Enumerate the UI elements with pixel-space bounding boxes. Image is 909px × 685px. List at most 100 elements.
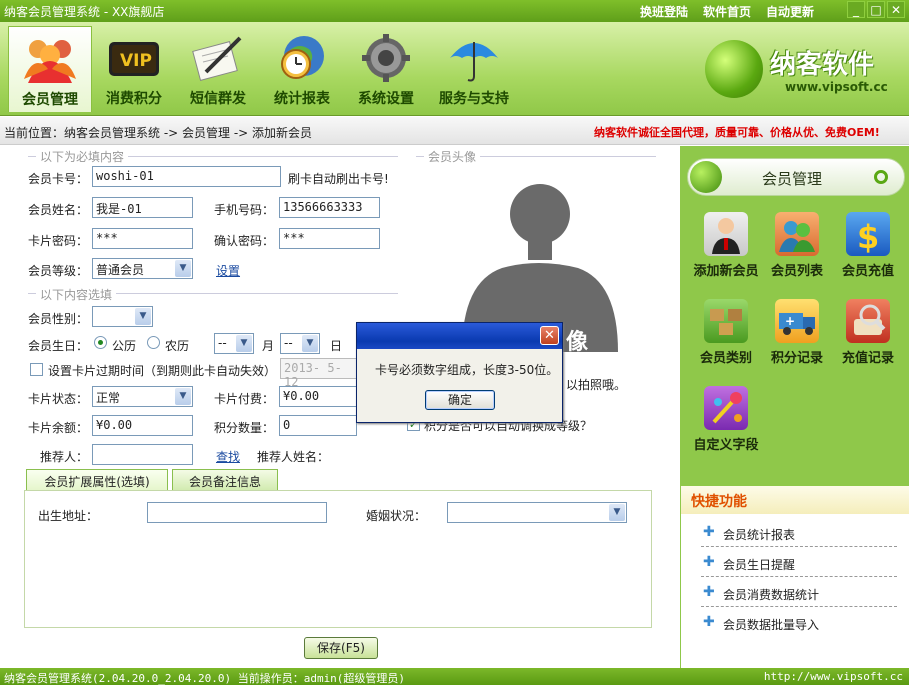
gender-label: 会员性别：	[28, 312, 89, 326]
required-section-title: 以下为必填内容	[36, 148, 129, 165]
points-input[interactable]: 0	[279, 415, 357, 436]
shift-login-link[interactable]: 换班登陆	[640, 3, 688, 20]
dialog-close-button[interactable]: ✕	[540, 326, 559, 345]
sidebar-item-label: 会员列表	[770, 264, 823, 279]
clock-globe-icon	[274, 32, 330, 86]
members-icon	[22, 33, 78, 87]
toolbar-consume-button[interactable]: VIP 消费积分	[92, 26, 176, 112]
brand-logo-icon	[705, 40, 763, 98]
save-button[interactable]: 保存(F5)	[304, 637, 378, 659]
sidebar-item-label: 自定义字段	[693, 438, 759, 453]
points-label: 积分数量：	[214, 421, 275, 435]
sidebar-item-member-category[interactable]: 会员类别	[688, 299, 764, 366]
sidebar-item-member-list[interactable]: 会员列表	[759, 212, 835, 279]
birth-day-value: --	[284, 336, 293, 350]
level-label: 会员等级：	[28, 264, 89, 278]
optional-section-title: 以下内容选填	[36, 286, 117, 303]
password-confirm-input[interactable]: ***	[279, 228, 380, 249]
expiry-date-input[interactable]: 2013- 5-12	[280, 358, 360, 389]
solar-label: 公历	[112, 339, 137, 353]
status-left: 纳客会员管理系统(2.04.20.0_2.04.20.0) 当前操作员：admi…	[4, 672, 406, 685]
quick-item-label: 会员数据批量导入	[723, 618, 820, 632]
green-orb-icon	[690, 161, 722, 193]
password-input[interactable]: ***	[92, 228, 193, 249]
add-member-icon	[704, 212, 748, 256]
toolbar-label-report: 统计报表	[274, 91, 330, 107]
photo-hint: 以拍照哦。	[566, 378, 627, 392]
sidebar-item-recharge[interactable]: $ 会员充值	[830, 212, 906, 279]
custom-field-icon	[704, 386, 748, 430]
marital-select[interactable]: ▼	[447, 502, 627, 523]
level-select[interactable]: 普通会员 ▼	[92, 258, 193, 279]
ring-icon	[874, 170, 888, 184]
birth-month-select[interactable]: -- ▼	[214, 333, 254, 354]
card-status-select[interactable]: 正常 ▼	[92, 386, 193, 407]
home-link[interactable]: 软件首页	[703, 3, 751, 20]
chevron-down-icon: ▼	[175, 260, 191, 277]
main-toolbar: 会员管理 VIP 消费积分 短信群发 统计报表 系统设置 服务与支持 纳客软件 …	[0, 22, 909, 116]
tab-extended-attributes[interactable]: 会员扩展属性(选填)	[26, 469, 168, 490]
dialog-message: 卡号必须数字组成，长度3-50位。	[375, 363, 559, 377]
svg-text:$: $	[857, 218, 879, 256]
status-label: 卡片状态：	[28, 392, 89, 406]
phone-input[interactable]: 13566663333	[279, 197, 380, 218]
quick-item-batch-import[interactable]: ✚ 会员数据批量导入	[701, 608, 897, 637]
quick-functions-header: 快捷功能	[681, 486, 909, 514]
chevron-down-icon: ▼	[302, 335, 318, 352]
member-list-icon	[775, 212, 819, 256]
lunar-radio[interactable]	[147, 336, 160, 349]
balance-input[interactable]: ¥0.00	[92, 415, 193, 436]
tab-remarks[interactable]: 会员备注信息	[172, 469, 278, 490]
minimize-button[interactable]: _	[847, 1, 865, 18]
svg-text:+: +	[785, 314, 795, 328]
birth-month-value: --	[218, 336, 227, 350]
toolbar-label-members: 会员管理	[22, 92, 78, 108]
sidebar-item-label: 充值记录	[841, 351, 894, 366]
solar-radio[interactable]	[94, 336, 107, 349]
maximize-button[interactable]: □	[867, 1, 885, 18]
recharge-record-icon	[846, 299, 890, 343]
card-no-input[interactable]: woshi-01	[92, 166, 281, 187]
birthplace-label: 出生地址：	[38, 509, 99, 523]
sidebar-item-add-member[interactable]: 添加新会员	[688, 212, 764, 279]
window-title: 纳客会员管理系统 - XX旗舰店	[4, 5, 165, 19]
card-status-value: 正常	[96, 391, 121, 405]
password-label: 卡片密码：	[28, 234, 89, 248]
sidebar-item-custom-field[interactable]: 自定义字段	[688, 386, 764, 453]
referrer-input[interactable]	[92, 444, 193, 465]
breadcrumb-bar: 当前位置：纳客会员管理系统 -> 会员管理 -> 添加新会员 纳客软件诚征全国代…	[0, 117, 909, 145]
dialog-ok-button[interactable]: 确定	[425, 390, 495, 410]
toolbar-report-button[interactable]: 统计报表	[260, 26, 344, 112]
sidebar-item-label: 添加新会员	[693, 264, 759, 279]
expiry-label: 设置卡片过期时间（到期则此卡自动失效）	[48, 364, 277, 378]
umbrella-icon	[446, 32, 502, 86]
card-fee-input[interactable]: ¥0.00	[279, 386, 357, 407]
gender-select[interactable]: ▼	[92, 306, 153, 327]
toolbar-support-button[interactable]: 服务与支持	[428, 26, 520, 112]
find-referrer-link[interactable]: 查找	[216, 448, 240, 465]
close-window-button[interactable]: ✕	[887, 1, 905, 18]
sidebar-item-points-record[interactable]: + 积分记录	[759, 299, 835, 366]
birth-day-select[interactable]: -- ▼	[280, 333, 320, 354]
status-bar: 纳客会员管理系统(2.04.20.0_2.04.20.0) 当前操作员：admi…	[0, 668, 909, 685]
password-confirm-label: 确认密码：	[214, 234, 275, 248]
birthplace-input[interactable]	[147, 502, 327, 523]
quick-item-member-report[interactable]: ✚ 会员统计报表	[701, 518, 897, 547]
toolbar-sms-button[interactable]: 短信群发	[176, 26, 260, 112]
level-settings-link[interactable]: 设置	[216, 262, 240, 279]
brand-name: 纳客软件	[770, 50, 875, 80]
quick-item-label: 会员生日提醒	[723, 558, 796, 572]
quick-item-consume-stats[interactable]: ✚ 会员消费数据统计	[701, 578, 897, 607]
quick-item-birthday-reminder[interactable]: ✚ 会员生日提醒	[701, 548, 897, 577]
auto-update-link[interactable]: 自动更新	[766, 3, 814, 20]
chevron-down-icon: ▼	[135, 308, 151, 325]
name-input[interactable]: 我是-01	[92, 197, 193, 218]
toolbar-members-button[interactable]: 会员管理	[8, 26, 92, 112]
expiry-checkbox[interactable]	[30, 363, 43, 376]
toolbar-settings-button[interactable]: 系统设置	[344, 26, 428, 112]
toolbar-label-settings: 系统设置	[358, 91, 414, 107]
dialog-title-bar	[357, 323, 562, 349]
letter-pen-icon	[190, 32, 246, 86]
sidebar-item-recharge-record[interactable]: 充值记录	[830, 299, 906, 366]
photo-section-title: 会员头像	[424, 148, 481, 165]
